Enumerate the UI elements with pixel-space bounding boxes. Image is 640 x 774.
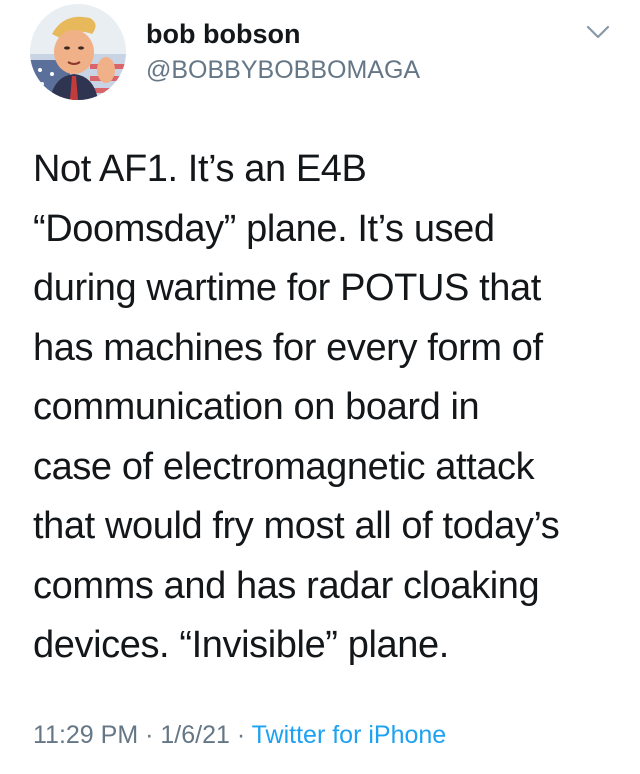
tweet-meta: 11:29 PM · 1/6/21 · Twitter for iPhone: [33, 718, 446, 752]
tweet-text-line: “Doomsday” plane. It’s used: [33, 207, 495, 250]
user-names: bob bobson @BOBBYBOBBOMAGA: [146, 18, 420, 86]
tweet-time[interactable]: 11:29 PM: [33, 721, 138, 749]
tweet-text-line: devices. “Invisible” plane.: [33, 624, 449, 666]
meta-separator: ·: [229, 721, 252, 749]
tweet-text-line: case of electromagnetic attack: [33, 445, 535, 488]
display-name[interactable]: bob bobson: [146, 18, 420, 50]
tweet-text-line: that would fry most all of today’s: [33, 505, 560, 547]
avatar-image: [30, 4, 126, 100]
tweet-text-line: has machines for every form of: [33, 326, 543, 369]
avatar[interactable]: [30, 4, 126, 100]
tweet-text: Not AF1. It’s an E4B “Doomsday” plane. I…: [33, 140, 618, 676]
user-handle[interactable]: @BOBBYBOBBOMAGA: [146, 54, 420, 86]
tweet: bob bobson @BOBBYBOBBOMAGA Not AF1. It’s…: [0, 0, 640, 774]
tweet-date[interactable]: 1/6/21: [160, 721, 230, 749]
tweet-text-line: Not AF1. It’s an E4B: [33, 148, 367, 190]
meta-separator: ·: [138, 721, 161, 749]
tweet-text-line: comms and has radar cloaking: [33, 564, 540, 607]
chevron-down-icon[interactable]: [584, 22, 612, 42]
tweet-source-link[interactable]: Twitter for iPhone: [252, 721, 447, 749]
tweet-text-line: during wartime for POTUS that: [33, 267, 541, 309]
tweet-text-line: communication on board in: [33, 386, 480, 428]
